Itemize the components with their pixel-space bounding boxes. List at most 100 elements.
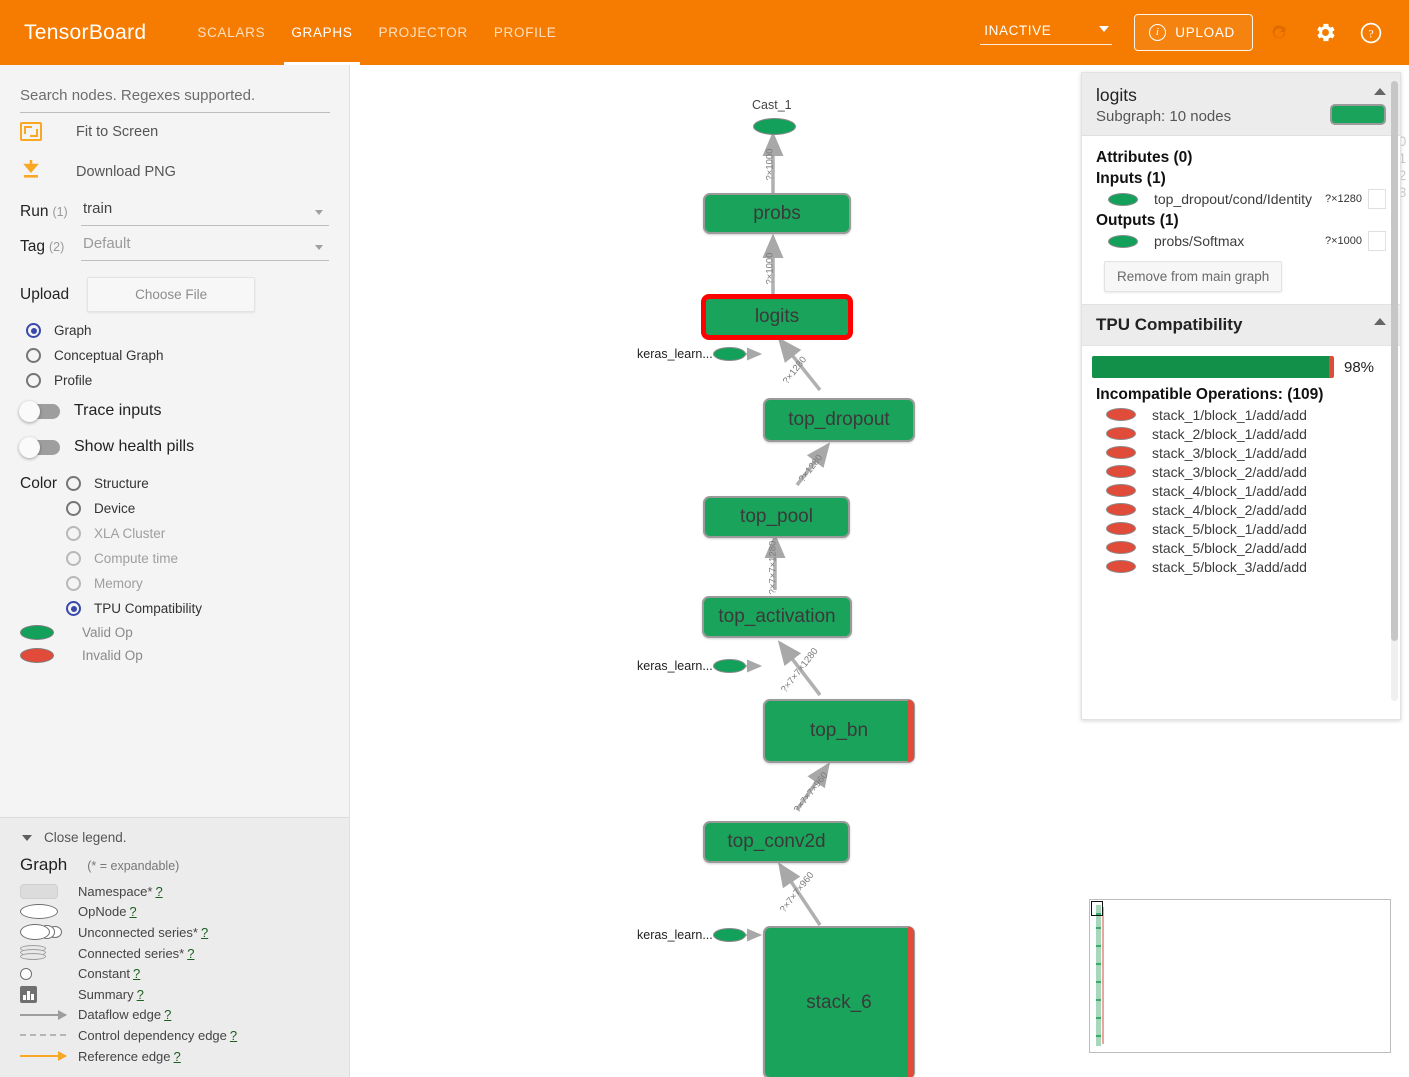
help-link[interactable]: ? (174, 1049, 181, 1064)
chevron-down-icon (315, 245, 323, 250)
tag-label: Tag (20, 238, 45, 255)
output-shape-box (1368, 231, 1386, 251)
graph-node-label: top_bn (809, 720, 869, 741)
color-option-structure[interactable]: Structure (66, 471, 349, 496)
color-option-xla-cluster-label: XLA Cluster (94, 526, 166, 541)
tag-value: Default (83, 235, 131, 252)
gear-icon[interactable] (1305, 13, 1345, 53)
graph-node-top-bn[interactable]: top_bn (763, 699, 915, 763)
close-legend-button[interactable]: Close legend. (0, 830, 349, 855)
incompatible-op-row[interactable]: stack_3/block_1/add/add (1096, 443, 1386, 462)
valid-op-label: Valid Op (82, 625, 133, 640)
incompatible-op-row[interactable]: stack_2/block_1/add/add (1096, 424, 1386, 443)
graph-node-stack-6[interactable]: stack_6 (763, 926, 915, 1077)
help-link[interactable]: ? (155, 884, 162, 899)
tab-projector[interactable]: PROJECTOR (366, 0, 481, 65)
graph-input-label-top-dropout: keras_learn... (637, 347, 713, 361)
choose-file-button[interactable]: Choose File (87, 277, 256, 312)
help-link[interactable]: ? (230, 1028, 237, 1043)
output-item[interactable]: probs/Softmax ?×1000 (1096, 231, 1386, 251)
chevron-up-icon[interactable] (1374, 88, 1386, 95)
show-health-pills-toggle[interactable]: Show health pills (0, 429, 349, 465)
radio-icon (66, 576, 81, 591)
graph-input-node-top-dropout[interactable] (713, 347, 746, 361)
incompatible-op-name: stack_2/block_1/add/add (1152, 425, 1307, 442)
chevron-up-icon[interactable] (1374, 318, 1386, 325)
tag-selector-row: Tag (2) Default (0, 228, 349, 263)
help-link[interactable]: ? (137, 987, 144, 1002)
legend-label: Summary (78, 986, 134, 1002)
invalid-op-swatch-icon (20, 648, 54, 663)
download-png-button[interactable]: Download PNG (0, 150, 349, 193)
invalid-op-dot-icon (1106, 446, 1136, 459)
graph-minimap[interactable] (1089, 899, 1391, 1053)
color-option-tpu-compatibility-label: TPU Compatibility (94, 601, 203, 616)
incompatible-operations-header: Incompatible Operations: (109) (1096, 386, 1324, 403)
graph-type-conceptual[interactable]: Conceptual Graph (0, 343, 349, 368)
graph-type-graph[interactable]: Graph (0, 318, 349, 343)
color-option-memory[interactable]: Memory (66, 571, 349, 596)
graph-type-conceptual-label: Conceptual Graph (54, 348, 164, 363)
graph-node-probs[interactable]: probs (703, 193, 851, 234)
input-item[interactable]: top_dropout/cond/Identity ?×1280 (1096, 189, 1386, 209)
remove-from-main-graph-button[interactable]: Remove from main graph (1104, 261, 1283, 292)
legend-label: OpNode (78, 904, 127, 920)
refresh-icon[interactable] (1259, 13, 1299, 53)
radio-icon (66, 476, 81, 491)
fit-to-screen-icon (20, 122, 42, 141)
inspector-scrollbar[interactable] (1391, 81, 1398, 701)
incompatible-op-row[interactable]: stack_4/block_2/add/add (1096, 500, 1386, 519)
incompatible-op-row[interactable]: stack_1/block_1/add/add (1096, 405, 1386, 424)
fit-to-screen-button[interactable]: Fit to Screen (0, 113, 349, 150)
graph-node-top-pool[interactable]: top_pool (703, 496, 850, 538)
incompatible-op-row[interactable]: stack_5/block_2/add/add (1096, 538, 1386, 557)
color-label: Color (20, 475, 58, 492)
incompatible-op-row[interactable]: stack_5/block_1/add/add (1096, 519, 1386, 538)
help-link[interactable]: ? (164, 1007, 171, 1022)
tab-scalars[interactable]: SCALARS (184, 0, 278, 65)
help-link[interactable]: ? (129, 904, 136, 919)
incompatible-op-row[interactable]: stack_4/block_1/add/add (1096, 481, 1386, 500)
color-option-device[interactable]: Device (66, 496, 349, 521)
run-status-dropdown[interactable]: INACTIVE (980, 20, 1113, 45)
help-link[interactable]: ? (187, 946, 194, 961)
valid-op-dot-icon (1108, 234, 1138, 248)
graph-node-logits[interactable]: logits (702, 295, 852, 339)
color-option-tpu-compatibility[interactable]: TPU Compatibility (66, 596, 349, 621)
graph-input-node-top-bn[interactable] (713, 659, 746, 673)
help-link[interactable]: ? (201, 925, 208, 940)
legend-heading-row: Graph (* = expandable) (0, 855, 349, 881)
tab-graphs[interactable]: GRAPHS (278, 0, 365, 65)
graph-edge-label: ?×7×7×1280 (767, 540, 779, 595)
graph-input-node-stack-6[interactable] (713, 928, 746, 942)
incompatible-op-row[interactable]: stack_5/block_3/add/add (1096, 557, 1386, 576)
tab-profile[interactable]: PROFILE (481, 0, 570, 65)
graph-node-top-activation[interactable]: top_activation (702, 596, 852, 638)
graph-type-profile[interactable]: Profile (0, 368, 349, 393)
tag-select[interactable]: Default (81, 233, 329, 261)
run-select[interactable]: train (81, 198, 329, 226)
incompatible-op-name: stack_5/block_1/add/add (1152, 520, 1307, 537)
graph-node-cast1[interactable] (753, 118, 796, 135)
color-option-xla-cluster[interactable]: XLA Cluster (66, 521, 349, 546)
incompatible-op-row[interactable]: stack_3/block_2/add/add (1096, 462, 1386, 481)
chevron-down-icon (22, 834, 32, 841)
legend-item-connected-series: Connected series* ? (0, 943, 349, 964)
download-png-label: Download PNG (76, 163, 176, 180)
minimap-viewport-rect[interactable] (1091, 901, 1103, 916)
search-input[interactable] (20, 87, 330, 113)
invalid-op-label: Invalid Op (82, 648, 143, 663)
graph-node-top-dropout[interactable]: top_dropout (763, 398, 915, 442)
main-nav-tabs: SCALARS GRAPHS PROJECTOR PROFILE (184, 0, 569, 65)
legend-heading: Graph (20, 855, 68, 874)
legend-item-reference-edge: Reference edge ? (0, 1046, 349, 1067)
help-link[interactable]: ? (133, 966, 140, 981)
incompatible-operations-section: Incompatible Operations: (109) stack_1/b… (1082, 384, 1400, 576)
trace-inputs-toggle[interactable]: Trace inputs (0, 393, 349, 429)
color-option-compute-time[interactable]: Compute time (66, 546, 349, 571)
help-circle-icon[interactable]: ? (1351, 13, 1391, 53)
minimap-invalid-ops (1102, 907, 1104, 1044)
graph-node-top-conv2d[interactable]: top_conv2d (703, 821, 850, 863)
upload-button[interactable]: i UPLOAD (1134, 14, 1253, 51)
radio-icon (26, 323, 41, 338)
